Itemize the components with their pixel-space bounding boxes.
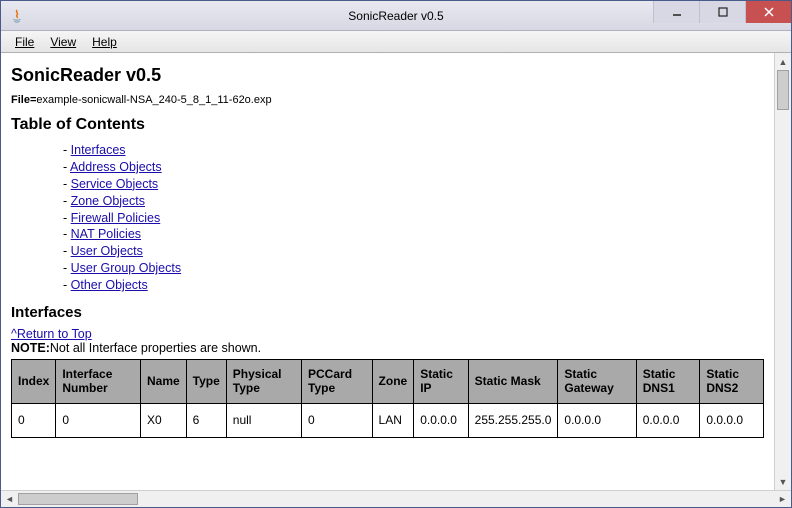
- scroll-up-icon[interactable]: ▲: [775, 53, 791, 70]
- toc-item: Service Objects: [63, 176, 764, 193]
- menu-help[interactable]: Help: [84, 33, 125, 51]
- toc-item: User Group Objects: [63, 260, 764, 277]
- minimize-button[interactable]: [653, 1, 699, 23]
- col-static-gateway: Static Gateway: [558, 359, 636, 403]
- col-physical-type: Physical Type: [226, 359, 301, 403]
- toc-link-nat-policies[interactable]: NAT Policies: [71, 227, 141, 241]
- cell-type: 6: [186, 403, 226, 437]
- file-label: File=: [11, 94, 36, 106]
- note-line: NOTE:Not all Interface properties are sh…: [11, 341, 764, 355]
- page-title: SonicReader v0.5: [11, 65, 764, 86]
- cell-physical-type: null: [226, 403, 301, 437]
- toc-link-interfaces[interactable]: Interfaces: [71, 143, 126, 157]
- col-static-dns1: Static DNS1: [636, 359, 700, 403]
- note-label: NOTE:: [11, 341, 50, 355]
- toc-list: Interfaces Address Objects Service Objec…: [11, 142, 764, 294]
- vertical-scrollbar[interactable]: ▲ ▼: [774, 53, 791, 490]
- col-pccard-type: PCCard Type: [302, 359, 373, 403]
- cell-static-ip: 0.0.0.0: [414, 403, 468, 437]
- toc-item: Interfaces: [63, 142, 764, 159]
- cell-static-gateway: 0.0.0.0: [558, 403, 636, 437]
- file-value: example-sonicwall-NSA_240-5_8_1_11-62o.e…: [36, 94, 271, 106]
- content-pane: SonicReader v0.5 File=example-sonicwall-…: [1, 53, 774, 490]
- cell-zone: LAN: [372, 403, 414, 437]
- hscroll-track[interactable]: [18, 491, 774, 507]
- toc-item: User Objects: [63, 243, 764, 260]
- cell-static-dns1: 0.0.0.0: [636, 403, 700, 437]
- toc-link-service-objects[interactable]: Service Objects: [71, 177, 159, 191]
- cell-static-mask: 255.255.255.0: [468, 403, 558, 437]
- toc-link-firewall-policies[interactable]: Firewall Policies: [71, 211, 161, 225]
- cell-pccard-type: 0: [302, 403, 373, 437]
- col-name: Name: [140, 359, 186, 403]
- toc-item: Firewall Policies: [63, 210, 764, 227]
- toc-link-user-objects[interactable]: User Objects: [71, 244, 143, 258]
- note-text: Not all Interface properties are shown.: [50, 341, 261, 355]
- content-wrap: SonicReader v0.5 File=example-sonicwall-…: [1, 53, 791, 490]
- scroll-down-icon[interactable]: ▼: [775, 473, 791, 490]
- close-button[interactable]: [745, 1, 791, 23]
- col-index: Index: [12, 359, 56, 403]
- return-link[interactable]: ^Return to Top: [11, 327, 92, 341]
- toc-item: NAT Policies: [63, 226, 764, 243]
- toc-link-address-objects[interactable]: Address Objects: [70, 160, 162, 174]
- menubar: File View Help: [1, 31, 791, 53]
- col-static-ip: Static IP: [414, 359, 468, 403]
- col-type: Type: [186, 359, 226, 403]
- titlebar: SonicReader v0.5: [1, 1, 791, 31]
- hscroll-thumb[interactable]: [18, 493, 138, 505]
- interfaces-table: Index Interface Number Name Type Physica…: [11, 359, 764, 438]
- java-icon: [9, 8, 25, 24]
- file-line: File=example-sonicwall-NSA_240-5_8_1_11-…: [11, 94, 764, 106]
- scroll-right-icon[interactable]: ►: [774, 491, 791, 507]
- scroll-left-icon[interactable]: ◄: [1, 491, 18, 507]
- cell-interface-number: 0: [56, 403, 141, 437]
- menu-file[interactable]: File: [7, 33, 42, 51]
- toc-item: Other Objects: [63, 277, 764, 294]
- table-header-row: Index Interface Number Name Type Physica…: [12, 359, 764, 403]
- toc-heading: Table of Contents: [11, 116, 764, 134]
- maximize-button[interactable]: [699, 1, 745, 23]
- menu-view[interactable]: View: [42, 33, 84, 51]
- vscroll-track[interactable]: [775, 70, 791, 473]
- cell-name: X0: [140, 403, 186, 437]
- col-zone: Zone: [372, 359, 414, 403]
- col-static-dns2: Static DNS2: [700, 359, 764, 403]
- horizontal-scrollbar[interactable]: ◄ ►: [1, 490, 791, 507]
- return-to-top: ^Return to Top: [11, 327, 764, 341]
- col-interface-number: Interface Number: [56, 359, 141, 403]
- table-row: 0 0 X0 6 null 0 LAN 0.0.0.0 255.255.255.…: [12, 403, 764, 437]
- toc-link-user-group-objects[interactable]: User Group Objects: [71, 261, 181, 275]
- window-controls: [653, 1, 791, 30]
- cell-index: 0: [12, 403, 56, 437]
- toc-item: Zone Objects: [63, 193, 764, 210]
- toc-link-zone-objects[interactable]: Zone Objects: [71, 194, 145, 208]
- col-static-mask: Static Mask: [468, 359, 558, 403]
- cell-static-dns2: 0.0.0.0: [700, 403, 764, 437]
- toc-link-other-objects[interactable]: Other Objects: [71, 278, 148, 292]
- app-window: SonicReader v0.5 File View Help SonicRea…: [0, 0, 792, 508]
- toc-item: Address Objects: [63, 159, 764, 176]
- vscroll-thumb[interactable]: [777, 70, 789, 110]
- section-heading: Interfaces: [11, 304, 764, 321]
